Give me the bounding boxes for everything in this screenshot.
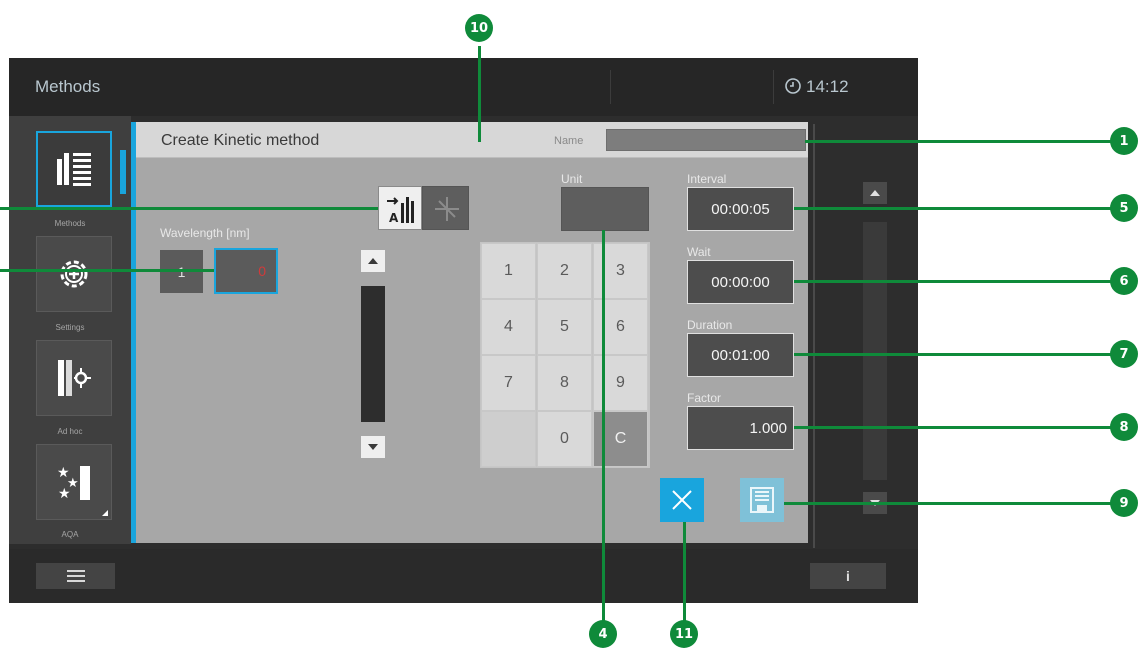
callout-line [0,207,378,210]
arrow-up-icon [368,258,378,264]
keypad-key-2[interactable]: 2 [537,243,592,299]
aqa-stars-icon: ★ ★ ★ [57,465,90,502]
callout-badge-9: 9 [1110,489,1138,517]
callout-line [0,269,214,272]
interval-input[interactable]: 00:00:05 [687,187,794,231]
duration-input[interactable]: 00:01:00 [687,333,794,377]
callout-line [478,46,481,142]
duration-label: Duration [687,318,733,332]
settings-gear-icon [60,260,88,288]
ad-hoc-measure-icon [58,360,91,396]
sidebar-item-label: Settings [55,323,85,332]
panel-title: Create Kinetic method [161,132,320,149]
wavelength-input[interactable]: 0 [214,248,278,294]
list-scroll-down-button[interactable] [361,436,385,458]
callout-badge-1: 1 [1110,127,1138,155]
callout-badge-7: 7 [1110,340,1138,368]
arrow-up-icon [870,190,880,196]
keypad-key-5[interactable]: 5 [537,299,592,355]
top-divider [773,70,774,104]
name-label: Name [554,135,584,147]
info-button[interactable]: i [810,563,886,589]
callout-badge-11: 11 [670,620,698,648]
clock-icon [785,78,801,94]
factor-label: Factor [687,391,722,405]
hamburger-menu-icon [66,570,85,582]
top-bar: Methods 14:12 [9,58,918,116]
panel-right-edge [813,124,815,548]
callout-badge-4: 4 [589,620,617,648]
keypad-key-blank [481,411,536,467]
sidebar-item-label: Ad hoc [57,427,83,436]
sidebar-item-settings[interactable] [36,236,112,312]
save-button[interactable] [740,478,784,522]
name-input[interactable] [606,129,806,151]
wavelength-label: Wavelength [nm] [160,226,250,240]
callout-line [602,230,605,625]
list-scroll-up-button[interactable] [361,250,385,272]
close-icon [672,490,692,510]
svg-text:A: A [389,211,399,225]
sidebar-scroll-indicator [120,150,126,194]
callout-line [794,353,1123,356]
callout-badge-8: 8 [1110,413,1138,441]
page-scroll-track[interactable] [863,222,887,480]
wait-input[interactable]: 00:00:00 [687,260,794,304]
callout-badge-6: 6 [1110,267,1138,295]
keypad-key-0[interactable]: 0 [537,411,592,467]
transmission-mode-button[interactable] [422,186,469,230]
clock-time: 14:12 [806,77,849,96]
callout-line [683,522,686,625]
interval-label: Interval [687,172,727,186]
keypad-key-1[interactable]: 1 [481,243,536,299]
absorbance-icon: A [387,197,414,225]
callout-line [784,502,1123,505]
sidebar-item-label: AQA [61,530,79,539]
callout-badge-5: 5 [1110,194,1138,222]
transmission-icon [435,197,459,221]
keypad-key-4[interactable]: 4 [481,299,536,355]
absorbance-mode-button[interactable]: A [378,186,422,230]
unit-input[interactable] [561,187,649,231]
callout-line [794,426,1123,429]
svg-text:★: ★ [58,486,71,502]
wait-label: Wait [687,245,711,259]
callout-badge-10: 10 [465,14,493,42]
sidebar-item-ad-hoc[interactable] [36,340,112,416]
corner-indicator [102,510,108,516]
cancel-button[interactable] [660,478,704,522]
screen-title: Methods [35,77,101,96]
bottom-bar [9,549,918,603]
list-scroll-track[interactable] [361,286,385,422]
callout-line [805,140,1123,143]
save-icon [750,487,774,513]
callout-line [794,280,1123,283]
callout-line [794,207,1123,210]
keypad-key-8[interactable]: 8 [537,355,592,411]
page-scroll-up-button[interactable] [863,182,887,204]
unit-label: Unit [561,172,583,186]
menu-button[interactable] [36,563,115,589]
sidebar-item-aqa[interactable]: ★ ★ ★ [36,444,112,520]
top-divider [610,70,611,104]
methods-list-icon [57,153,91,186]
keypad-key-7[interactable]: 7 [481,355,536,411]
arrow-down-icon [368,444,378,450]
factor-input[interactable]: 1.000 [687,406,794,450]
sidebar-item-methods[interactable] [36,131,112,207]
panel-accent [131,122,136,543]
sidebar-item-label: Methods [54,219,86,228]
